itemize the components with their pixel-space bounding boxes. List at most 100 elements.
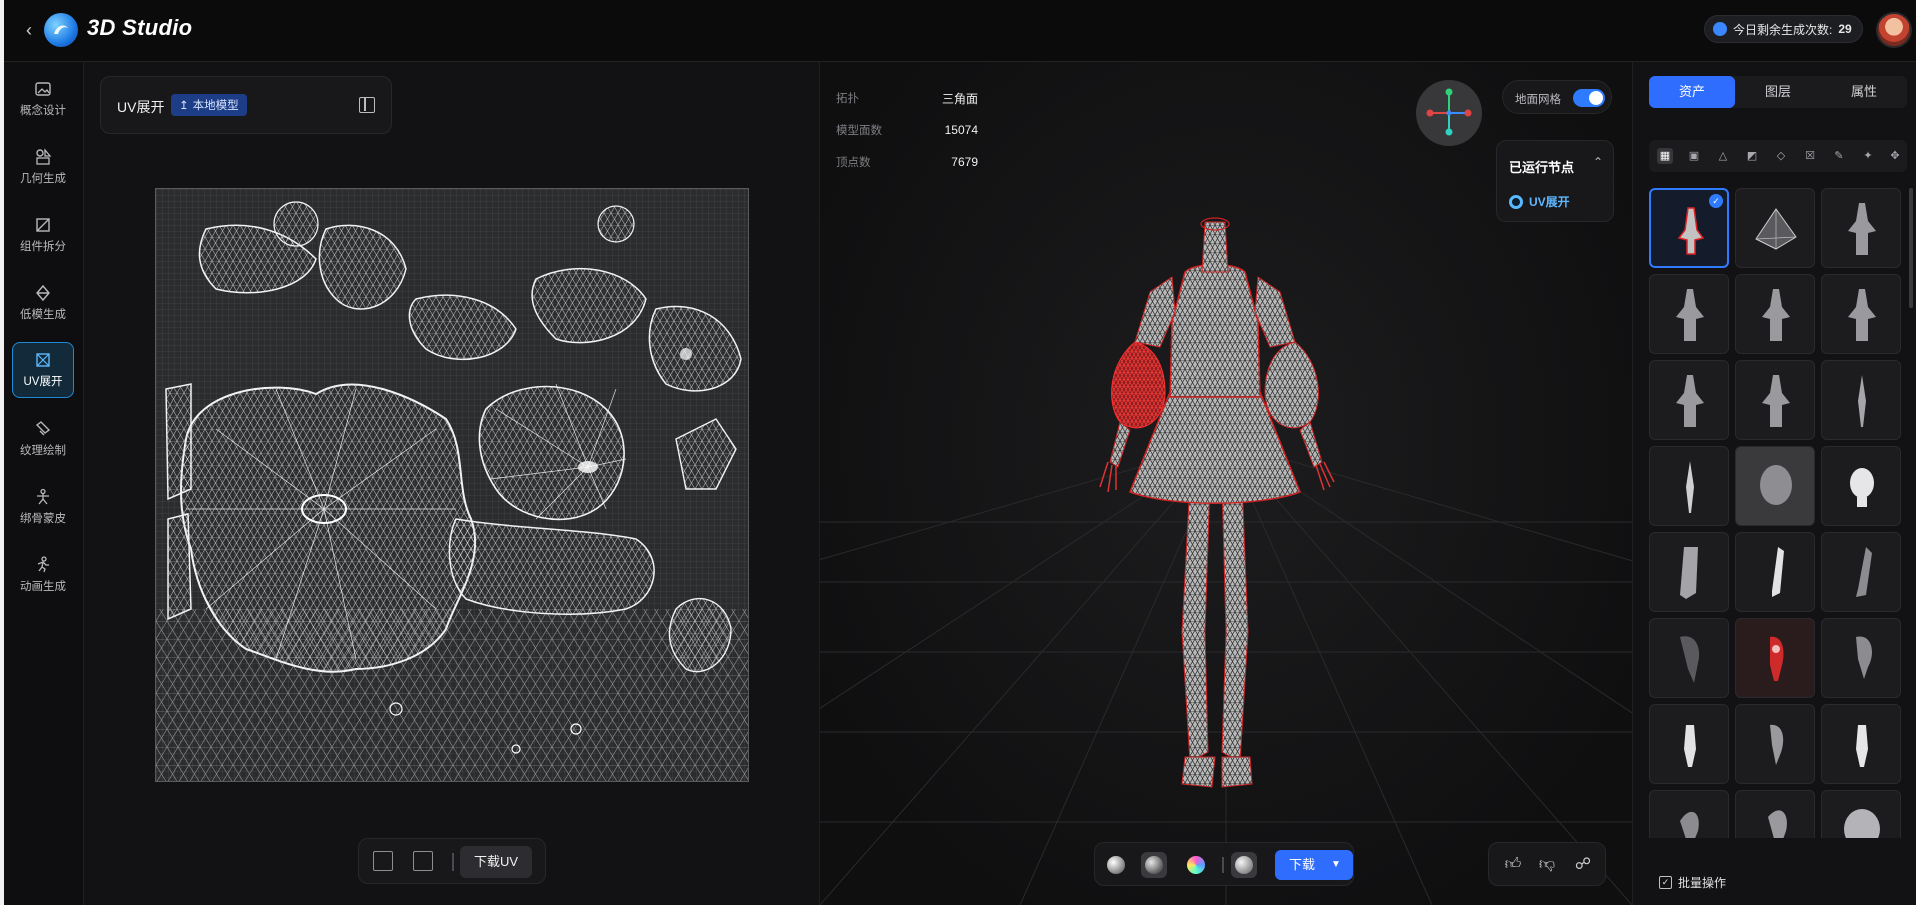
sidebar-item-texture[interactable]: 纹理绘制 bbox=[12, 412, 74, 468]
sidebar-item-concept[interactable]: 概念设计 bbox=[12, 72, 74, 128]
hair-thumb-icon bbox=[1680, 811, 1699, 838]
thumbs-up-icon[interactable]: 👍︎ bbox=[1503, 855, 1523, 875]
asset-thumb[interactable] bbox=[1649, 618, 1729, 698]
split-icon bbox=[36, 218, 50, 232]
sidebar-item-rig[interactable]: 绑骨蒙皮 bbox=[12, 480, 74, 536]
stat-label: 顶点数 bbox=[836, 157, 871, 169]
asset-thumb[interactable] bbox=[1735, 360, 1815, 440]
figure-thumb-icon bbox=[1676, 289, 1704, 341]
asset-thumb[interactable] bbox=[1821, 274, 1901, 354]
asset-thumb[interactable] bbox=[1735, 618, 1815, 698]
sidebar-item-lowpoly[interactable]: 低模生成 bbox=[12, 276, 74, 332]
chevron-up-icon[interactable]: ⌃ bbox=[1593, 155, 1603, 169]
stat-row: 拓扑 三角面 bbox=[836, 82, 978, 114]
figure-thumb-icon bbox=[1762, 289, 1790, 341]
asset-thumb[interactable]: ✓ bbox=[1649, 188, 1729, 268]
sidebar-item-label: 几何生成 bbox=[20, 173, 66, 185]
frame-icon[interactable] bbox=[413, 851, 433, 871]
dagger-thumb-icon bbox=[1686, 461, 1694, 513]
texture-icon bbox=[35, 421, 51, 436]
uv-icon bbox=[36, 353, 50, 367]
asset-thumb[interactable] bbox=[1649, 274, 1729, 354]
fit-view-icon[interactable] bbox=[373, 851, 393, 871]
asset-filter-bar: ▦ ▣ △ ◩ ◇ ☒ ✎ ✦ ✥ bbox=[1649, 140, 1907, 172]
user-avatar[interactable] bbox=[1876, 12, 1912, 48]
grid-all-icon[interactable]: ▦ bbox=[1657, 148, 1673, 164]
batch-operation[interactable]: ✓ 批量操作 bbox=[1659, 874, 1726, 891]
asset-thumb[interactable] bbox=[1649, 360, 1729, 440]
3d-viewport[interactable]: 拓扑 三角面 模型面数 15074 顶点数 7679 地面网格 已运行节点 ⌃ … bbox=[820, 62, 1632, 905]
asset-thumb[interactable] bbox=[1735, 532, 1815, 612]
run-icon[interactable]: ✥ bbox=[1887, 148, 1903, 164]
asset-thumb[interactable] bbox=[1821, 360, 1901, 440]
asset-panel: 资产 图层 属性 ▦ ▣ △ ◩ ◇ ☒ ✎ ✦ ✥ ✓ ✓ 批量操作 bbox=[1632, 62, 1916, 905]
asset-thumb[interactable] bbox=[1735, 188, 1815, 268]
sidebar-toggle-icon[interactable] bbox=[359, 97, 375, 113]
download-uv-button[interactable]: 下载UV bbox=[460, 846, 533, 878]
figure-thumb-icon bbox=[1848, 203, 1876, 255]
asset-thumb[interactable] bbox=[1735, 790, 1815, 838]
asset-scrollbar[interactable] bbox=[1909, 188, 1913, 308]
sidebar-item-animation[interactable]: 动画生成 bbox=[12, 548, 74, 604]
asset-thumb[interactable] bbox=[1735, 274, 1815, 354]
asset-thumb[interactable] bbox=[1821, 790, 1901, 838]
figure-thumb-icon bbox=[1676, 375, 1704, 427]
share-icon[interactable]: ☍ bbox=[1573, 855, 1593, 875]
shapes-icon[interactable]: △ bbox=[1715, 148, 1731, 164]
texture-icon[interactable]: ✎ bbox=[1831, 148, 1847, 164]
image-icon[interactable]: ▣ bbox=[1686, 148, 1702, 164]
sidebar-item-split[interactable]: 组件拆分 bbox=[12, 208, 74, 264]
asset-thumb[interactable] bbox=[1649, 532, 1729, 612]
stat-row: 顶点数 7679 bbox=[836, 146, 978, 178]
app-logo bbox=[44, 13, 78, 47]
toggle-switch[interactable] bbox=[1573, 89, 1605, 107]
uv-panel-title: UV展开 bbox=[117, 99, 165, 115]
local-model-label: 本地模型 bbox=[192, 100, 239, 112]
asset-thumb[interactable] bbox=[1735, 446, 1815, 526]
ground-grid-label: 地面网格 bbox=[1515, 94, 1561, 106]
uv-icon[interactable]: ☒ bbox=[1802, 148, 1818, 164]
normal-map-icon[interactable] bbox=[1187, 856, 1205, 874]
sidebar-item-label: 绑骨蒙皮 bbox=[20, 513, 66, 525]
asset-thumb[interactable] bbox=[1821, 532, 1901, 612]
asset-thumb[interactable] bbox=[1649, 790, 1729, 838]
character-model bbox=[1099, 217, 1335, 788]
thumbs-down-icon[interactable]: 👎︎ bbox=[1537, 855, 1557, 875]
asset-thumb[interactable] bbox=[1821, 618, 1901, 698]
stat-label: 模型面数 bbox=[836, 125, 882, 137]
sidebar-item-label: 动画生成 bbox=[20, 581, 66, 593]
asset-thumb[interactable] bbox=[1649, 446, 1729, 526]
boot-thumb-icon bbox=[1772, 547, 1784, 597]
stat-value: 15074 bbox=[944, 123, 978, 137]
hair-thumb-icon bbox=[1768, 810, 1787, 838]
head-thumb-icon bbox=[1850, 468, 1874, 507]
tab-layers[interactable]: 图层 bbox=[1735, 76, 1821, 108]
asset-thumb[interactable] bbox=[1735, 704, 1815, 784]
uv-toolbar: 下载UV bbox=[358, 838, 546, 884]
asset-thumb[interactable] bbox=[1821, 188, 1901, 268]
sidebar-item-label: 低模生成 bbox=[20, 309, 66, 321]
tab-assets[interactable]: 资产 bbox=[1649, 76, 1735, 108]
rig-icon[interactable]: ✦ bbox=[1860, 148, 1876, 164]
sidebar-item-label: 概念设计 bbox=[20, 105, 66, 117]
orientation-gizmo[interactable] bbox=[1416, 80, 1482, 146]
asset-thumb[interactable] bbox=[1821, 446, 1901, 526]
boot-thumb-icon bbox=[1856, 547, 1872, 597]
lowpoly-icon[interactable]: ◇ bbox=[1773, 148, 1789, 164]
ground-grid-toggle[interactable]: 地面网格 bbox=[1502, 80, 1612, 114]
hair-thumb-icon bbox=[1770, 724, 1784, 765]
download-button[interactable]: 下载 ▼ bbox=[1275, 850, 1353, 880]
local-model-badge[interactable]: ↥ 本地模型 bbox=[171, 94, 247, 116]
split-icon[interactable]: ◩ bbox=[1744, 148, 1760, 164]
sidebar-item-geometry[interactable]: 几何生成 bbox=[12, 140, 74, 196]
sidebar-item-uv[interactable]: UV展开 bbox=[12, 342, 74, 398]
back-icon[interactable]: ‹ bbox=[18, 19, 40, 41]
asset-thumb[interactable] bbox=[1821, 704, 1901, 784]
uv-map-preview bbox=[155, 188, 749, 782]
matcap-white-icon[interactable] bbox=[1107, 856, 1125, 874]
node-item-uv[interactable]: UV展开 bbox=[1509, 193, 1570, 210]
tab-properties[interactable]: 属性 bbox=[1821, 76, 1907, 108]
stat-label: 拓扑 bbox=[836, 93, 859, 105]
asset-thumb[interactable] bbox=[1649, 704, 1729, 784]
panel-tabs: 资产 图层 属性 bbox=[1649, 76, 1907, 108]
